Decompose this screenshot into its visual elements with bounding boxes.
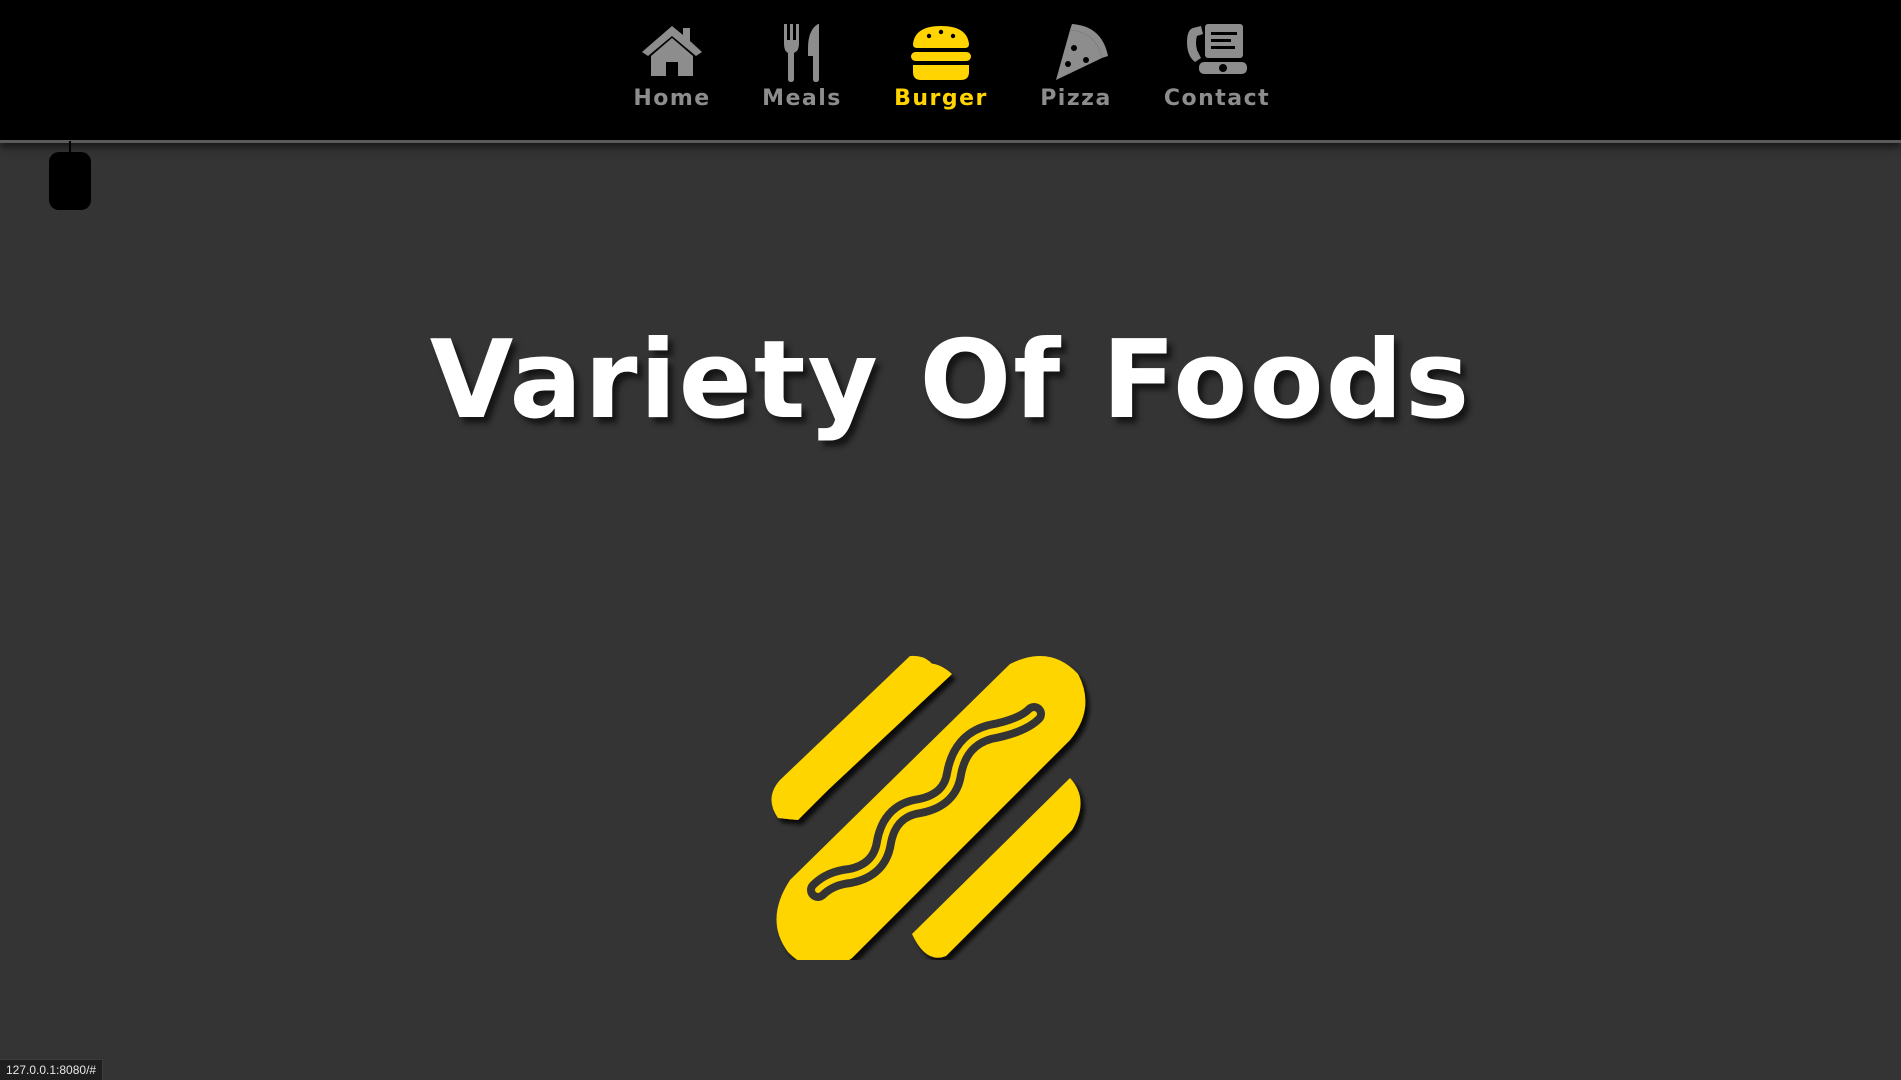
hotdog-icon (771, 655, 1086, 960)
nav-label-contact: Contact (1163, 86, 1271, 111)
nav-list: Home Meals Burger Pizza Contact (0, 0, 1901, 140)
phone-icon (1187, 24, 1247, 74)
pizza-icon (1056, 24, 1108, 80)
nav-item-burger[interactable]: Burger (881, 22, 1001, 122)
nav-label-pizza: Pizza (1040, 86, 1112, 111)
nav-label-burger: Burger (894, 86, 988, 111)
nav-item-contact[interactable]: Contact (1157, 22, 1277, 122)
nav-label-home: Home (633, 86, 711, 111)
page-title: Variety Of Foods (429, 318, 1472, 443)
nav-item-pizza[interactable]: Pizza (1016, 22, 1136, 122)
navbar: Home Meals Burger Pizza Contact (0, 0, 1901, 143)
burger-icon (911, 26, 971, 80)
nav-item-home[interactable]: Home (612, 22, 732, 122)
fork-knife-icon (784, 24, 819, 82)
scroll-mouse-icon (49, 141, 91, 210)
home-icon (642, 26, 702, 76)
nav-item-meals[interactable]: Meals (742, 22, 862, 122)
nav-label-meals: Meals (762, 86, 842, 111)
status-bar-url: 127.0.0.1:8080/# (0, 1059, 104, 1080)
